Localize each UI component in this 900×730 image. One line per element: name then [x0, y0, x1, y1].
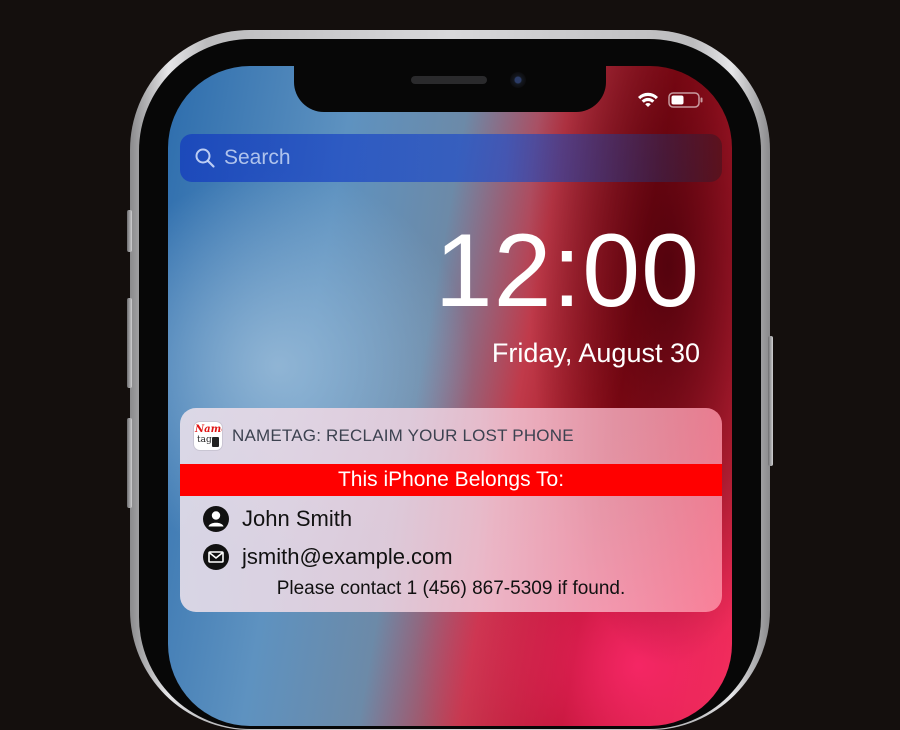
app-icon-text-top: Name: [195, 424, 222, 435]
notification-header: Name tag NAMETAG: RECLAIM YOUR LOST PHON…: [180, 408, 722, 464]
belongs-to-banner: This iPhone Belongs To:: [180, 464, 722, 496]
volume-down-button: [127, 418, 132, 508]
owner-name: John Smith: [242, 506, 353, 531]
envelope-icon: [203, 544, 229, 570]
notification-app-title: NAMETAG: RECLAIM YOUR LOST PHONE: [232, 426, 574, 445]
volume-up-button: [127, 298, 132, 388]
battery-icon: [668, 92, 703, 108]
earpiece-speaker: [411, 76, 487, 84]
lock-screen-date: Friday, August 30: [491, 338, 700, 368]
contact-message: Please contact 1 (456) 867-5309 if found…: [276, 578, 626, 599]
front-camera: [510, 72, 526, 88]
nametag-app-icon: Name tag: [194, 422, 222, 450]
search-icon: [195, 148, 215, 168]
owner-email: jsmith@example.com: [242, 544, 453, 569]
search-bar[interactable]: Search: [180, 134, 722, 182]
silent-switch: [127, 210, 132, 252]
status-icons: [636, 90, 706, 110]
app-icon-text-bottom: tag: [197, 435, 212, 445]
side-button: [768, 336, 773, 466]
wifi-icon: [638, 92, 658, 107]
owner-email-row: jsmith@example.com: [202, 542, 453, 572]
notification-card[interactable]: Name tag NAMETAG: RECLAIM YOUR LOST PHON…: [180, 408, 722, 612]
lock-screen-time: 12:00: [434, 213, 700, 329]
notch: [294, 58, 606, 112]
search-placeholder: Search: [224, 146, 291, 169]
owner-name-row: John Smith: [202, 504, 352, 534]
app-icon-tag-shape: [212, 437, 219, 447]
person-icon: [203, 506, 229, 532]
